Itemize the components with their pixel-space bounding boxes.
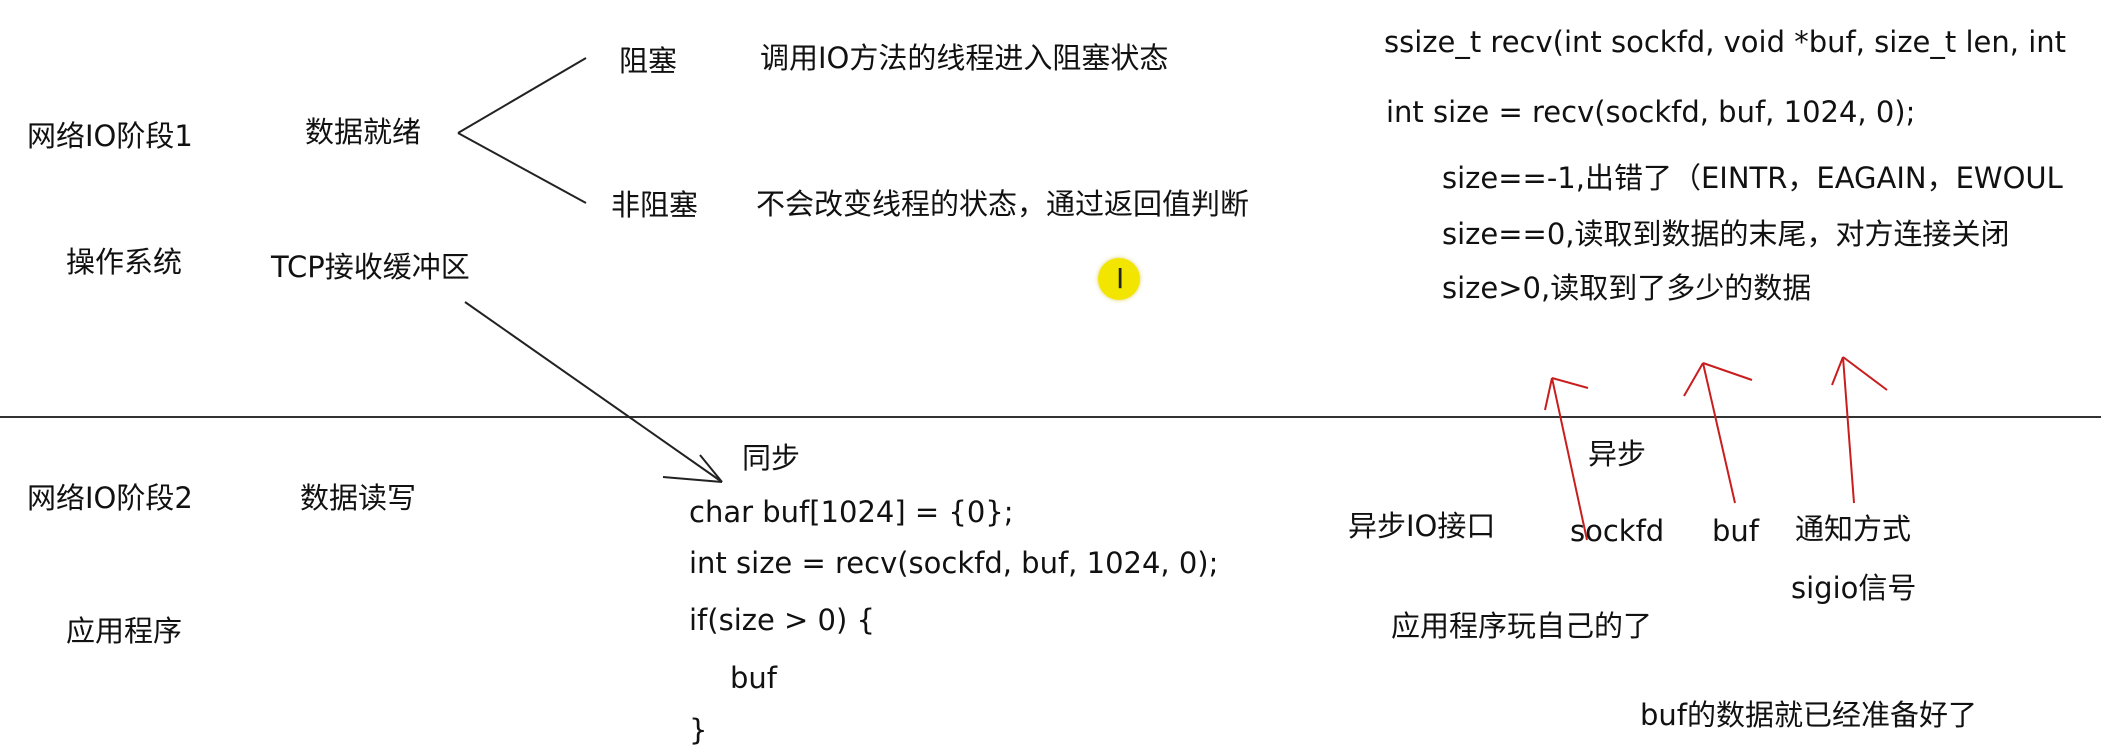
blocking-label: 阻塞 <box>619 44 678 78</box>
sync-arrow <box>464 301 723 483</box>
async-interface-label: 异步IO接口 <box>1348 509 1496 543</box>
fork-line-blocking <box>457 57 587 134</box>
code-line-4: buf <box>730 661 777 695</box>
blocking-desc: 调用IO方法的线程进入阻塞状态 <box>760 41 1169 75</box>
async-label: 异步 <box>1588 437 1647 471</box>
text-cursor-icon: I <box>1098 258 1140 300</box>
sync-label: 同步 <box>742 441 801 475</box>
stage1-label: 网络IO阶段1 <box>27 119 193 153</box>
tcp-buffer-label: TCP接收缓冲区 <box>271 250 470 284</box>
async-param-sockfd: sockfd <box>1570 514 1665 548</box>
async-ready-note: buf的数据就已经准备好了 <box>1640 698 1977 732</box>
code-line-3: if(size > 0) { <box>689 603 875 637</box>
whiteboard-canvas: 网络IO阶段1 操作系统 数据就绪 TCP接收缓冲区 阻塞 调用IO方法的线程进… <box>0 0 2101 753</box>
async-arrow-buf <box>1683 362 1753 504</box>
fork-line-nonblocking <box>457 132 587 204</box>
async-app-note: 应用程序玩自己的了 <box>1391 609 1653 643</box>
nonblocking-desc: 不会改变线程的状态，通过返回值判断 <box>756 187 1250 221</box>
recv-case-error: size==-1,出错了（EINTR，EAGAIN，EWOUL <box>1442 161 2063 195</box>
recv-case-data: size>0,读取到了多少的数据 <box>1442 271 1812 305</box>
stage2-sub-label: 应用程序 <box>66 614 183 648</box>
async-arrow-notify <box>1831 356 1888 504</box>
async-param-buf: buf <box>1712 514 1759 548</box>
async-param-notify: 通知方式 <box>1795 512 1912 546</box>
recv-call: int size = recv(sockfd, buf, 1024, 0); <box>1386 95 1916 129</box>
code-line-1: char buf[1024] = {0}; <box>689 495 1014 529</box>
stage2-label: 网络IO阶段2 <box>27 481 193 515</box>
recv-signature: ssize_t recv(int sockfd, void *buf, size… <box>1384 25 2067 59</box>
recv-case-eof: size==0,读取到数据的末尾，对方连接关闭 <box>1442 217 2010 251</box>
data-rw-label: 数据读写 <box>300 481 417 515</box>
code-line-5: } <box>689 713 708 747</box>
stage1-sub-label: 操作系统 <box>66 245 183 279</box>
code-line-2: int size = recv(sockfd, buf, 1024, 0); <box>689 546 1219 580</box>
async-signal-label: sigio信号 <box>1791 571 1917 605</box>
nonblocking-label: 非阻塞 <box>611 188 699 222</box>
data-ready-label: 数据就绪 <box>305 115 422 149</box>
